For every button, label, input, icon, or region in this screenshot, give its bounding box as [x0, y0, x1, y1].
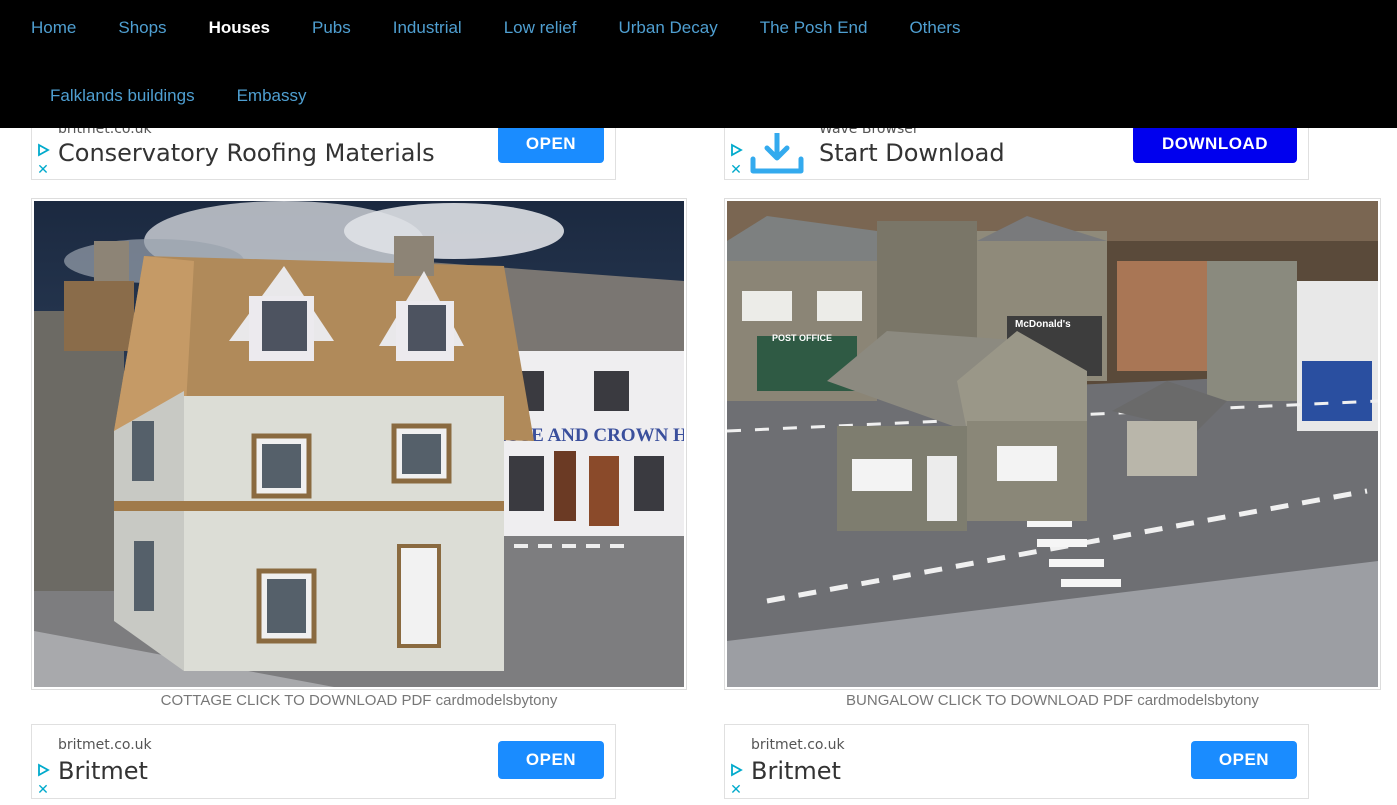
ad-domain: britmet.co.uk: [58, 737, 152, 753]
nav-others[interactable]: Others: [888, 18, 981, 38]
nav-falklands-buildings[interactable]: Falklands buildings: [29, 86, 216, 106]
nav-houses[interactable]: Houses: [188, 18, 291, 38]
ad-banner-bottom-left[interactable]: britmet.co.uk Britmet ✕ OPEN: [31, 724, 616, 799]
adchoices-icon[interactable]: [36, 763, 50, 777]
nav-embassy[interactable]: Embassy: [216, 86, 328, 106]
nav-posh-end[interactable]: The Posh End: [739, 18, 889, 38]
adchoices-icon[interactable]: [729, 143, 743, 157]
ad-open-button[interactable]: OPEN: [498, 125, 604, 163]
ad-banner-top-right[interactable]: Wave Browser Start Download ✕ DOWNLOAD: [724, 124, 1309, 180]
nav-low-relief[interactable]: Low relief: [483, 18, 598, 38]
bungalow-model-photo[interactable]: POST OFFICE McDonald's: [727, 201, 1378, 687]
close-icon[interactable]: ✕: [729, 783, 743, 797]
nav-pubs[interactable]: Pubs: [291, 18, 372, 38]
ad-open-button[interactable]: OPEN: [1191, 741, 1297, 779]
ad-headline[interactable]: Start Download: [819, 139, 1005, 167]
close-icon[interactable]: ✕: [36, 783, 50, 797]
nav-row-1: Home Shops Houses Pubs Industrial Low re…: [0, 0, 981, 56]
nav-industrial[interactable]: Industrial: [372, 18, 483, 38]
main-navigation: Home Shops Houses Pubs Industrial Low re…: [0, 0, 1397, 128]
cottage-photo-link[interactable]: ROSE AND CROWN HO: [31, 198, 687, 690]
ad-download-button[interactable]: DOWNLOAD: [1133, 125, 1297, 163]
ad-headline[interactable]: Britmet: [58, 757, 148, 785]
download-icon: [750, 133, 804, 174]
ad-banner-top-left[interactable]: britmet.co.uk Conservatory Roofing Mater…: [31, 124, 616, 180]
post-office-sign: POST OFFICE: [772, 333, 832, 343]
nav-row-2: Falklands buildings Embassy: [0, 68, 328, 124]
nav-home[interactable]: Home: [10, 18, 97, 38]
ad-headline[interactable]: Conservatory Roofing Materials: [58, 139, 435, 167]
close-icon[interactable]: ✕: [36, 163, 50, 177]
nav-urban-decay[interactable]: Urban Decay: [597, 18, 738, 38]
page: Home Shops Houses Pubs Industrial Low re…: [0, 0, 1397, 805]
ad-domain: britmet.co.uk: [751, 737, 845, 753]
close-icon[interactable]: ✕: [729, 163, 743, 177]
ad-open-button[interactable]: OPEN: [498, 741, 604, 779]
ad-headline[interactable]: Britmet: [751, 757, 841, 785]
cottage-model-photo[interactable]: ROSE AND CROWN HO: [34, 201, 684, 687]
bungalow-caption[interactable]: BUNGALOW CLICK TO DOWNLOAD PDF cardmodel…: [724, 692, 1381, 709]
nav-shops[interactable]: Shops: [97, 18, 187, 38]
ad-banner-bottom-right[interactable]: britmet.co.uk Britmet ✕ OPEN: [724, 724, 1309, 799]
mcdonalds-sign: McDonald's: [1015, 319, 1071, 330]
adchoices-icon[interactable]: [36, 143, 50, 157]
bungalow-photo-link[interactable]: POST OFFICE McDonald's: [724, 198, 1381, 690]
cottage-caption[interactable]: COTTAGE CLICK TO DOWNLOAD PDF cardmodels…: [31, 692, 687, 709]
adchoices-icon[interactable]: [729, 763, 743, 777]
